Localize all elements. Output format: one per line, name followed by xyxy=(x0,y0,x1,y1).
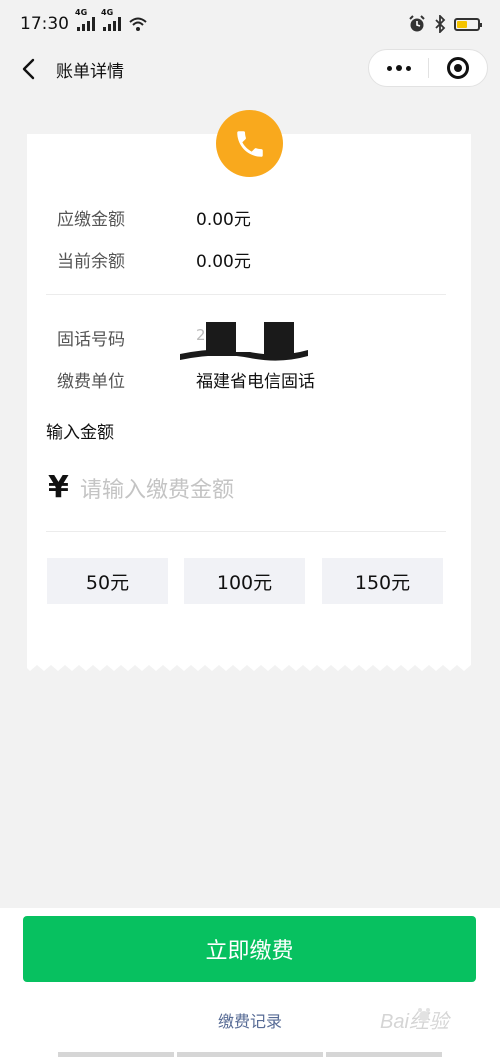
back-arrow-icon[interactable] xyxy=(20,58,40,80)
phone-icon xyxy=(236,130,263,157)
status-bar: 17:30 4G 4G xyxy=(0,0,500,48)
wifi-icon xyxy=(129,17,147,31)
quick-amount-100-button[interactable]: 100元 xyxy=(184,558,305,604)
bottom-tab-indicator-1 xyxy=(58,1052,174,1057)
phone-badge xyxy=(216,110,283,177)
quick-amount-50-button[interactable]: 50元 xyxy=(47,558,168,604)
balance-label: 当前余额 xyxy=(57,252,125,272)
input-underline xyxy=(46,531,446,532)
more-menu-button[interactable] xyxy=(369,50,428,86)
network-type-label-2: 4G xyxy=(101,8,114,17)
more-dots-icon xyxy=(386,65,392,71)
amount-input-title: 输入金额 xyxy=(46,423,114,443)
svg-text:Bai经验: Bai经验 xyxy=(380,1011,452,1033)
payment-unit-label: 缴费单位 xyxy=(57,372,125,392)
amount-input[interactable] xyxy=(80,470,440,510)
currency-symbol: ¥ xyxy=(48,470,69,505)
cellular-signal-icon-2: 4G xyxy=(101,8,121,31)
quick-amount-150-button[interactable]: 150元 xyxy=(322,558,443,604)
landline-number-label: 固话号码 xyxy=(57,330,125,350)
cellular-signal-icon: 4G xyxy=(75,8,95,31)
due-amount-label: 应缴金额 xyxy=(57,210,125,230)
receipt-zigzag-edge xyxy=(27,661,471,671)
bottom-tab-indicator-2 xyxy=(177,1052,323,1057)
baidu-jingyan-watermark-logo: Bai经验 xyxy=(380,1008,452,1033)
section-divider xyxy=(46,294,446,295)
alarm-icon xyxy=(409,15,425,32)
clock-time: 17:30 xyxy=(20,14,69,34)
payment-unit-value: 福建省电信固话 xyxy=(196,372,315,392)
bluetooth-icon xyxy=(435,15,446,33)
pay-now-button[interactable]: 立即缴费 xyxy=(23,916,476,982)
battery-icon xyxy=(454,17,482,31)
balance-value: 0.00元 xyxy=(196,252,251,272)
redacted-number-mask xyxy=(180,322,308,361)
due-amount-value: 0.00元 xyxy=(196,210,251,230)
close-mini-program-button[interactable] xyxy=(429,50,487,86)
page-title: 账单详情 xyxy=(56,62,124,82)
navigation-bar: 账单详情 xyxy=(0,48,500,90)
mini-program-capsule xyxy=(368,49,488,87)
bottom-tab-indicator-3 xyxy=(326,1052,442,1057)
network-type-label: 4G xyxy=(75,8,88,17)
target-ring-icon xyxy=(446,57,469,79)
